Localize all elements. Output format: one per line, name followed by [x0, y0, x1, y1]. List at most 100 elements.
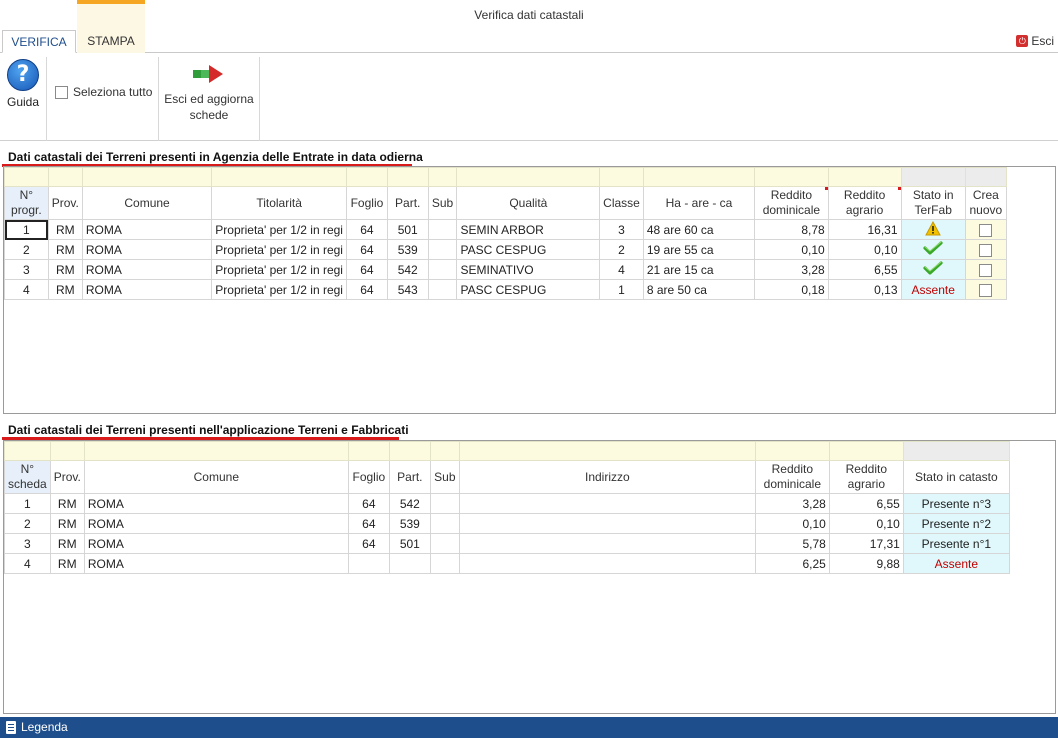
col-header-crea-nuovo[interactable]: Crea nuovo: [964, 186, 1007, 220]
col-header-stato-terfab[interactable]: Stato in TerFab: [900, 186, 966, 220]
esci-aggiorna-button[interactable]: Esci ed aggiorna schede: [162, 63, 256, 123]
col-header-reddito-dominicale[interactable]: Reddito dominicale: [754, 460, 830, 494]
cell-part[interactable]: 501: [388, 533, 431, 554]
crea-nuovo-checkbox[interactable]: [979, 243, 993, 257]
cell-reddito-dominicale[interactable]: 0,18: [754, 279, 829, 300]
cell-indirizzo[interactable]: [458, 533, 756, 554]
cell-reddito-agrario[interactable]: 16,31: [827, 219, 902, 240]
filter-cell[interactable]: [642, 167, 756, 187]
table-row[interactable]: 4 RM ROMA 6,25 9,88 Assente: [4, 553, 1010, 574]
filter-cell[interactable]: [47, 167, 83, 187]
cell-reddito-agrario[interactable]: 6,55: [828, 493, 904, 514]
cell-nscheda[interactable]: 1: [4, 493, 51, 514]
cell-classe[interactable]: 3: [599, 219, 644, 240]
cell-reddito-dominicale[interactable]: 5,78: [754, 533, 830, 554]
cell-reddito-agrario[interactable]: 0,10: [827, 239, 902, 260]
col-header-nscheda[interactable]: N° scheda: [4, 460, 51, 494]
cell-stato-terfab[interactable]: [900, 239, 966, 260]
cell-sub[interactable]: [429, 493, 460, 514]
col-header-stato-catasto[interactable]: Stato in catasto: [902, 460, 1010, 494]
cell-part[interactable]: [388, 553, 431, 574]
filter-cell[interactable]: [964, 167, 1007, 187]
cell-part[interactable]: 542: [386, 259, 429, 280]
cell-reddito-dominicale[interactable]: 3,28: [754, 259, 829, 280]
guida-button[interactable]: ? Guida: [4, 59, 42, 109]
cell-part[interactable]: 539: [388, 513, 431, 534]
cell-comune[interactable]: ROMA: [81, 239, 213, 260]
checkbox-icon[interactable]: [55, 85, 68, 99]
cell-foglio[interactable]: 64: [345, 239, 388, 260]
col-header-foglio[interactable]: Foglio: [347, 460, 390, 494]
col-header-sub[interactable]: Sub: [427, 186, 458, 220]
col-header-prov[interactable]: Prov.: [49, 460, 85, 494]
table-row[interactable]: 2 RM ROMA Proprieta' per 1/2 in regi 64 539 PA…: [4, 239, 1055, 260]
filter-cell[interactable]: [388, 441, 431, 461]
cell-nprogr[interactable]: 4: [4, 279, 49, 300]
cell-classe[interactable]: 2: [599, 239, 644, 260]
cell-sub[interactable]: [427, 219, 458, 240]
col-header-indirizzo[interactable]: Indirizzo: [458, 460, 756, 494]
table-row[interactable]: 3 RM ROMA Proprieta' per 1/2 in regi 64 542 SE…: [4, 259, 1055, 280]
cell-indirizzo[interactable]: [458, 553, 756, 574]
filter-cell[interactable]: [754, 441, 830, 461]
tab-verifica[interactable]: VERIFICA: [2, 30, 76, 53]
col-header-qualita[interactable]: Qualità: [456, 186, 601, 220]
legenda-bar[interactable]: Legenda: [0, 717, 1058, 738]
cell-foglio[interactable]: 64: [347, 513, 390, 534]
col-header-comune[interactable]: Comune: [83, 460, 349, 494]
cell-reddito-dominicale[interactable]: 0,10: [754, 239, 829, 260]
filter-cell[interactable]: [429, 441, 460, 461]
cell-nprogr[interactable]: 2: [4, 239, 49, 260]
cell-titolarita[interactable]: Proprieta' per 1/2 in regi: [211, 279, 347, 300]
col-header-prov[interactable]: Prov.: [47, 186, 83, 220]
cell-crea-nuovo[interactable]: [964, 259, 1007, 280]
cell-nprogr[interactable]: 3: [4, 259, 49, 280]
cell-qualita[interactable]: PASC CESPUG: [456, 279, 601, 300]
cell-comune[interactable]: ROMA: [83, 513, 349, 534]
cell-sub[interactable]: [429, 553, 460, 574]
cell-qualita[interactable]: PASC CESPUG: [456, 239, 601, 260]
col-header-part[interactable]: Part.: [386, 186, 429, 220]
filter-cell[interactable]: [427, 167, 458, 187]
col-header-titolarita[interactable]: Titolarità: [211, 186, 347, 220]
cell-prov[interactable]: RM: [47, 279, 83, 300]
cell-reddito-dominicale[interactable]: 0,10: [754, 513, 830, 534]
cell-crea-nuovo[interactable]: [964, 239, 1007, 260]
cell-indirizzo[interactable]: [458, 513, 756, 534]
col-header-reddito-agrario[interactable]: Reddito agrario: [827, 186, 902, 220]
cell-ha[interactable]: 8 are 50 ca: [642, 279, 756, 300]
cell-ha[interactable]: 48 are 60 ca: [642, 219, 756, 240]
cell-classe[interactable]: 1: [599, 279, 644, 300]
cell-prov[interactable]: RM: [47, 259, 83, 280]
cell-stato-catasto[interactable]: Assente: [902, 553, 1010, 574]
cell-comune[interactable]: ROMA: [83, 493, 349, 514]
cell-foglio[interactable]: 64: [347, 493, 390, 514]
cell-prov[interactable]: RM: [47, 219, 83, 240]
cell-titolarita[interactable]: Proprieta' per 1/2 in regi: [211, 239, 347, 260]
filter-cell[interactable]: [83, 441, 349, 461]
cell-crea-nuovo[interactable]: [964, 219, 1007, 240]
table-row[interactable]: 1 RM ROMA 64 542 3,28 6,55 Presente n°3: [4, 493, 1010, 514]
cell-prov[interactable]: RM: [49, 553, 85, 574]
cell-prov[interactable]: RM: [47, 239, 83, 260]
cell-reddito-agrario[interactable]: 0,13: [827, 279, 902, 300]
cell-nscheda[interactable]: 4: [4, 553, 51, 574]
cell-foglio[interactable]: 64: [347, 533, 390, 554]
cell-reddito-agrario[interactable]: 9,88: [828, 553, 904, 574]
filter-cell[interactable]: [345, 167, 388, 187]
filter-cell[interactable]: [827, 167, 902, 187]
cell-reddito-agrario[interactable]: 17,31: [828, 533, 904, 554]
cell-indirizzo[interactable]: [458, 493, 756, 514]
cell-part[interactable]: 539: [386, 239, 429, 260]
cell-qualita[interactable]: SEMINATIVO: [456, 259, 601, 280]
cell-titolarita[interactable]: Proprieta' per 1/2 in regi: [211, 219, 347, 240]
cell-foglio[interactable]: 64: [345, 259, 388, 280]
cell-foglio[interactable]: 64: [345, 219, 388, 240]
cell-reddito-dominicale[interactable]: 3,28: [754, 493, 830, 514]
col-header-foglio[interactable]: Foglio: [345, 186, 388, 220]
table-row[interactable]: 2 RM ROMA 64 539 0,10 0,10 Presente n°2: [4, 513, 1010, 534]
crea-nuovo-checkbox[interactable]: [979, 283, 993, 297]
cell-prov[interactable]: RM: [49, 513, 85, 534]
filter-cell[interactable]: [49, 441, 85, 461]
cell-ha[interactable]: 19 are 55 ca: [642, 239, 756, 260]
